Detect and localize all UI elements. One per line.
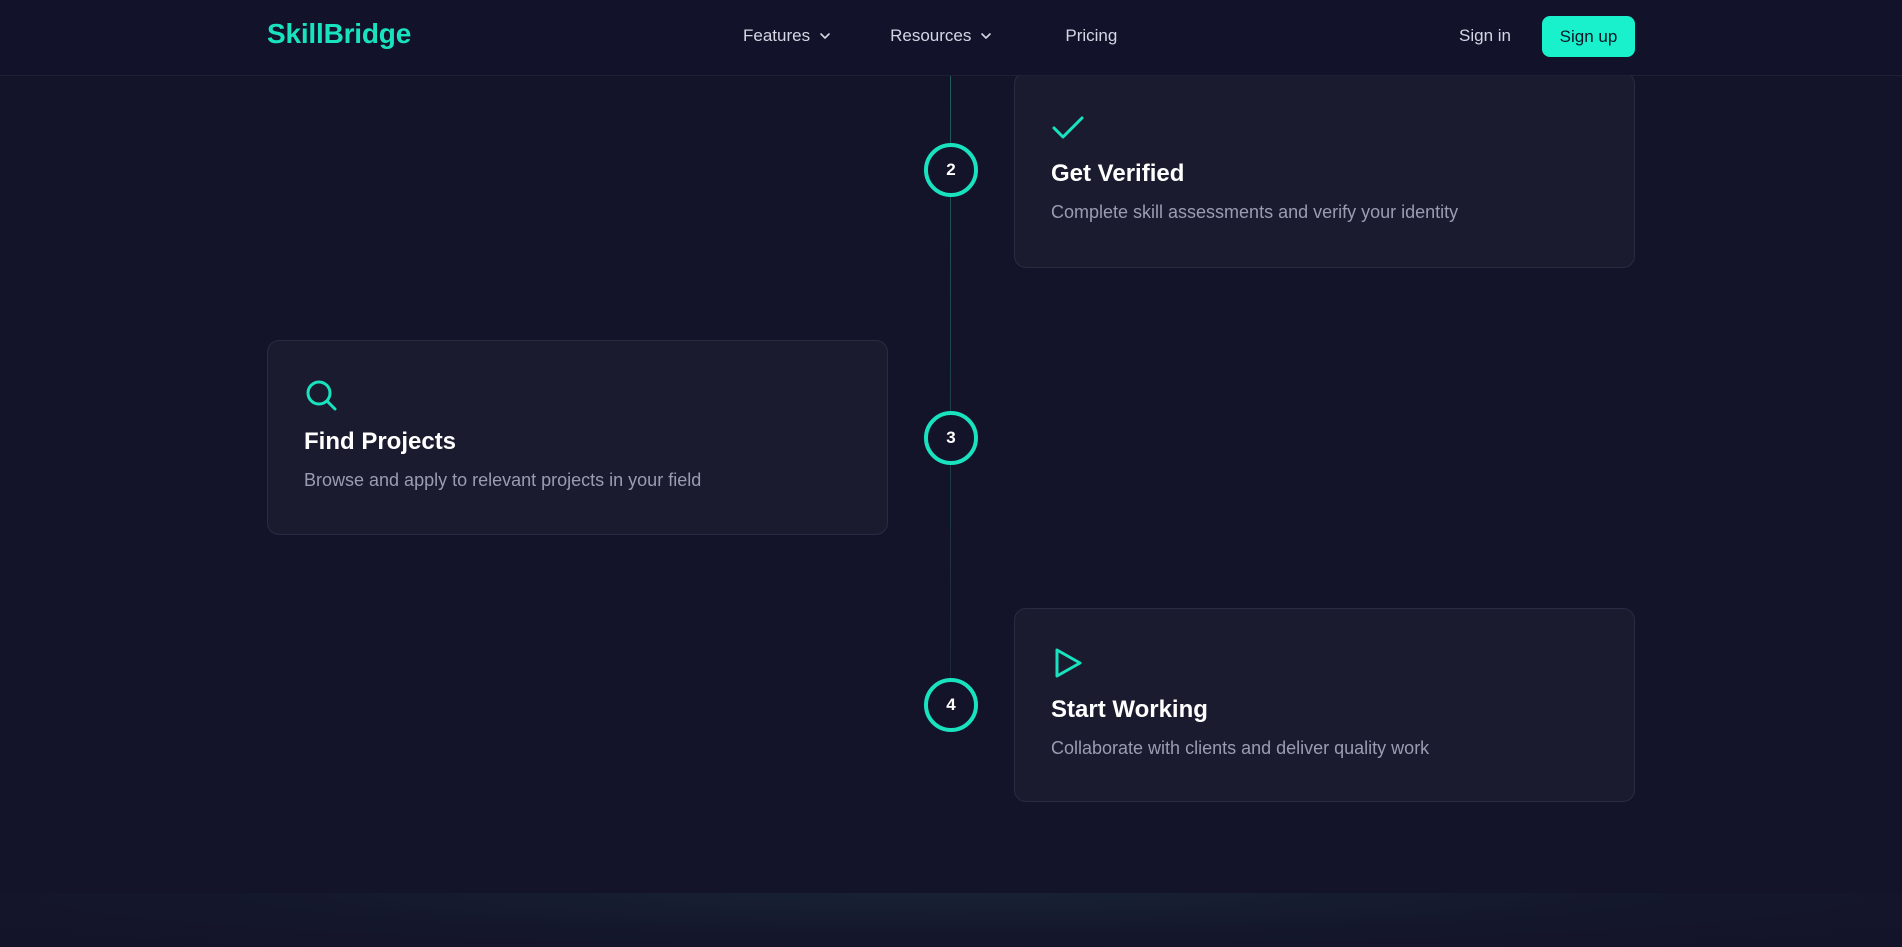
step-card-start-working: Start Working Collaborate with clients a… (1014, 608, 1635, 802)
nav-resources[interactable]: Resources (890, 26, 993, 46)
step-number-badge: 4 (924, 678, 978, 732)
main-nav: Features Resources Pricing (743, 26, 1117, 46)
sign-in-link[interactable]: Sign in (1459, 26, 1511, 46)
page: SkillBridge Features Resources Pricing S… (0, 0, 1902, 947)
step-description: Complete skill assessments and verify yo… (1051, 202, 1459, 222)
nav-pricing[interactable]: Pricing (1065, 26, 1117, 46)
chevron-down-icon (818, 29, 832, 43)
step-number-badge: 3 (924, 411, 978, 465)
search-icon (306, 380, 337, 411)
next-section-edge (0, 893, 1902, 947)
chevron-down-icon (979, 29, 993, 43)
sign-up-button[interactable]: Sign up (1542, 16, 1635, 57)
step-description: Collaborate with clients and deliver qua… (1051, 738, 1430, 758)
top-navbar: SkillBridge Features Resources Pricing S… (0, 0, 1902, 76)
step-title: Get Verified (1051, 160, 1185, 187)
step-title: Find Projects (304, 428, 457, 455)
nav-resources-label: Resources (890, 26, 972, 45)
step-card-find-projects: Find Projects Browse and apply to releva… (267, 340, 888, 535)
play-icon (1055, 648, 1082, 678)
step-title: Start Working (1051, 696, 1208, 723)
nav-features[interactable]: Features (743, 26, 832, 46)
nav-pricing-label: Pricing (1065, 26, 1118, 45)
step-description: Browse and apply to relevant projects in… (304, 470, 702, 490)
step-card-get-verified: Get Verified Complete skill assessments … (1014, 72, 1635, 268)
nav-features-label: Features (743, 26, 811, 45)
logo[interactable]: SkillBridge (267, 18, 411, 50)
check-icon (1052, 116, 1084, 139)
step-number-badge: 2 (924, 143, 978, 197)
